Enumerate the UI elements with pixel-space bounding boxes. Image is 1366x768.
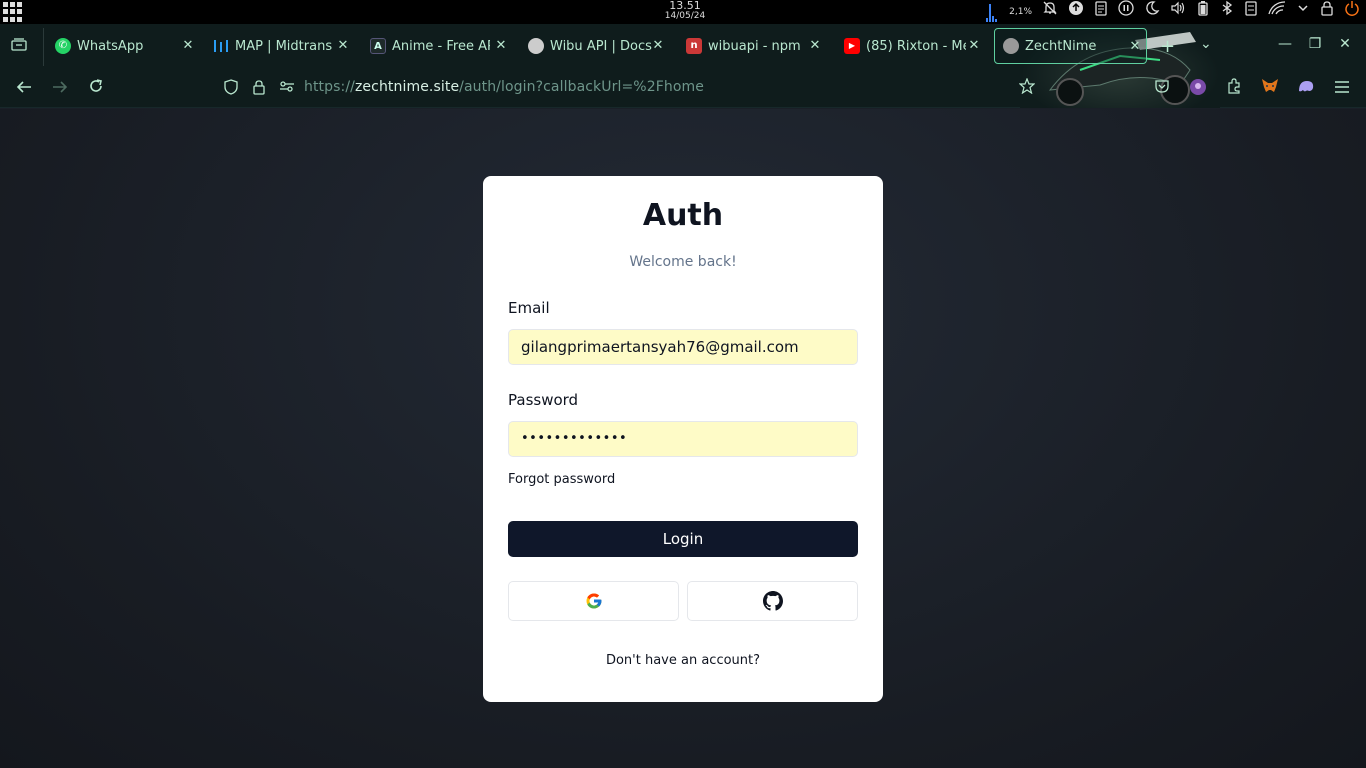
storage-icon[interactable] xyxy=(1244,0,1258,24)
tab-zechtnime[interactable]: ZechtNime ✕ xyxy=(994,28,1147,64)
clock-time: 13.51 xyxy=(669,0,701,12)
tab-midtrans[interactable]: MAP | Midtrans ✕ xyxy=(213,28,350,64)
volume-icon[interactable] xyxy=(1170,0,1186,24)
night-light-icon[interactable] xyxy=(1144,0,1160,24)
signup-link[interactable]: Don't have an account? xyxy=(483,653,883,668)
tab-label: wibuapi - npm xyxy=(708,38,801,54)
tab-whatsapp[interactable]: ✆ WhatsApp ✕ xyxy=(55,28,195,64)
tab-divider xyxy=(43,28,44,66)
system-top-bar: 13.51 14/05/24 2,1% xyxy=(0,0,1366,24)
update-icon[interactable] xyxy=(1068,0,1084,24)
app-launcher-icon[interactable] xyxy=(3,2,23,22)
clock-date: 14/05/24 xyxy=(664,11,706,21)
tab-wibu-api[interactable]: Wibu API | Docs ✕ xyxy=(528,28,665,64)
close-window-icon[interactable]: ✕ xyxy=(1335,36,1355,52)
tab-close-icon[interactable]: ✕ xyxy=(967,38,981,53)
battery-icon[interactable] xyxy=(1196,0,1210,24)
forgot-password-link[interactable]: Forgot password xyxy=(508,472,615,487)
power-icon[interactable] xyxy=(1344,0,1360,24)
extension-avatar-icon[interactable] xyxy=(1187,78,1209,100)
notifications-off-icon[interactable] xyxy=(1042,0,1058,24)
google-icon xyxy=(586,593,601,609)
tab-label: Anime - Free AP xyxy=(392,38,490,54)
tab-close-icon[interactable]: ✕ xyxy=(808,38,822,53)
list-tabs-icon[interactable]: ⌄ xyxy=(1200,36,1212,52)
whatsapp-icon: ✆ xyxy=(55,38,71,54)
system-tray: 2,1% xyxy=(975,0,1366,24)
reload-icon[interactable] xyxy=(84,78,108,100)
tab-tray-icon[interactable] xyxy=(8,36,30,58)
pocket-icon[interactable] xyxy=(1151,78,1173,100)
auth-card: Auth Welcome back! Email gilangprimaerta… xyxy=(483,176,883,702)
npm-icon: n xyxy=(686,38,702,54)
tab-close-icon[interactable]: ✕ xyxy=(336,38,350,53)
github-login-button[interactable] xyxy=(687,581,858,621)
tab-anime-api[interactable]: A Anime - Free AP ✕ xyxy=(370,28,508,64)
bluetooth-icon[interactable] xyxy=(1220,0,1234,24)
tracking-protection-icon[interactable] xyxy=(222,79,240,99)
url-scheme: https:// xyxy=(304,79,355,95)
password-field[interactable]: ••••••••••••• xyxy=(508,421,858,457)
tab-youtube[interactable]: ▶ (85) Rixton - Me ✕ xyxy=(844,28,981,64)
lock-icon[interactable] xyxy=(250,79,268,99)
bookmark-star-icon[interactable] xyxy=(1016,77,1038,100)
login-button[interactable]: Login xyxy=(508,521,858,557)
cpu-percent: 2,1% xyxy=(1009,7,1032,17)
tab-close-icon[interactable]: ✕ xyxy=(494,38,508,53)
back-icon[interactable] xyxy=(12,78,36,100)
tab-label: WhatsApp xyxy=(77,38,144,54)
tab-close-icon[interactable]: ✕ xyxy=(181,38,195,53)
zechtnime-icon xyxy=(1003,38,1019,54)
permissions-icon[interactable] xyxy=(278,79,296,97)
extensions-icon[interactable] xyxy=(1223,78,1245,100)
tab-label: Wibu API | Docs xyxy=(550,38,652,54)
cpu-graph-icon[interactable] xyxy=(975,2,999,22)
forward-icon[interactable] xyxy=(48,78,72,100)
ghost-extension-icon[interactable] xyxy=(1295,78,1317,100)
chevron-down-icon[interactable] xyxy=(1296,0,1310,24)
clipboard-icon[interactable] xyxy=(1094,0,1108,24)
lock-icon[interactable] xyxy=(1320,0,1334,24)
anime-api-icon: A xyxy=(370,38,386,54)
url-host: zechtnime.site xyxy=(354,79,460,95)
youtube-icon: ▶ xyxy=(844,38,860,54)
system-clock[interactable]: 13.51 14/05/24 xyxy=(640,0,730,22)
restore-icon[interactable]: ❐ xyxy=(1305,36,1325,52)
address-bar[interactable]: https://zechtnime.site/auth/login?callba… xyxy=(304,79,704,95)
password-label: Password xyxy=(508,391,579,409)
tab-label: ZechtNime xyxy=(1025,38,1097,54)
wibu-api-icon xyxy=(528,38,544,54)
media-icon[interactable] xyxy=(1118,0,1134,24)
email-label: Email xyxy=(508,299,550,317)
url-path: /auth/login?callbackUrl=%2Fhome xyxy=(459,79,704,95)
auth-title: Auth xyxy=(642,198,724,233)
metamask-icon[interactable] xyxy=(1259,78,1281,100)
tab-label: MAP | Midtrans xyxy=(235,38,333,54)
menu-icon[interactable] xyxy=(1331,78,1353,100)
tab-close-icon[interactable]: ✕ xyxy=(1128,39,1142,54)
tab-npm[interactable]: n wibuapi - npm ✕ xyxy=(686,28,822,64)
minimize-icon[interactable]: — xyxy=(1275,36,1295,52)
new-tab-icon[interactable]: + xyxy=(1160,36,1175,57)
github-icon xyxy=(762,591,783,611)
midtrans-icon xyxy=(213,38,229,54)
tab-label: (85) Rixton - Me xyxy=(866,38,966,54)
google-login-button[interactable] xyxy=(508,581,679,621)
wifi-icon[interactable] xyxy=(1268,0,1286,24)
email-field[interactable]: gilangprimaertansyah76@gmail.com xyxy=(508,329,858,365)
tab-close-icon[interactable]: ✕ xyxy=(651,38,665,53)
auth-subtitle: Welcome back! xyxy=(629,254,737,270)
